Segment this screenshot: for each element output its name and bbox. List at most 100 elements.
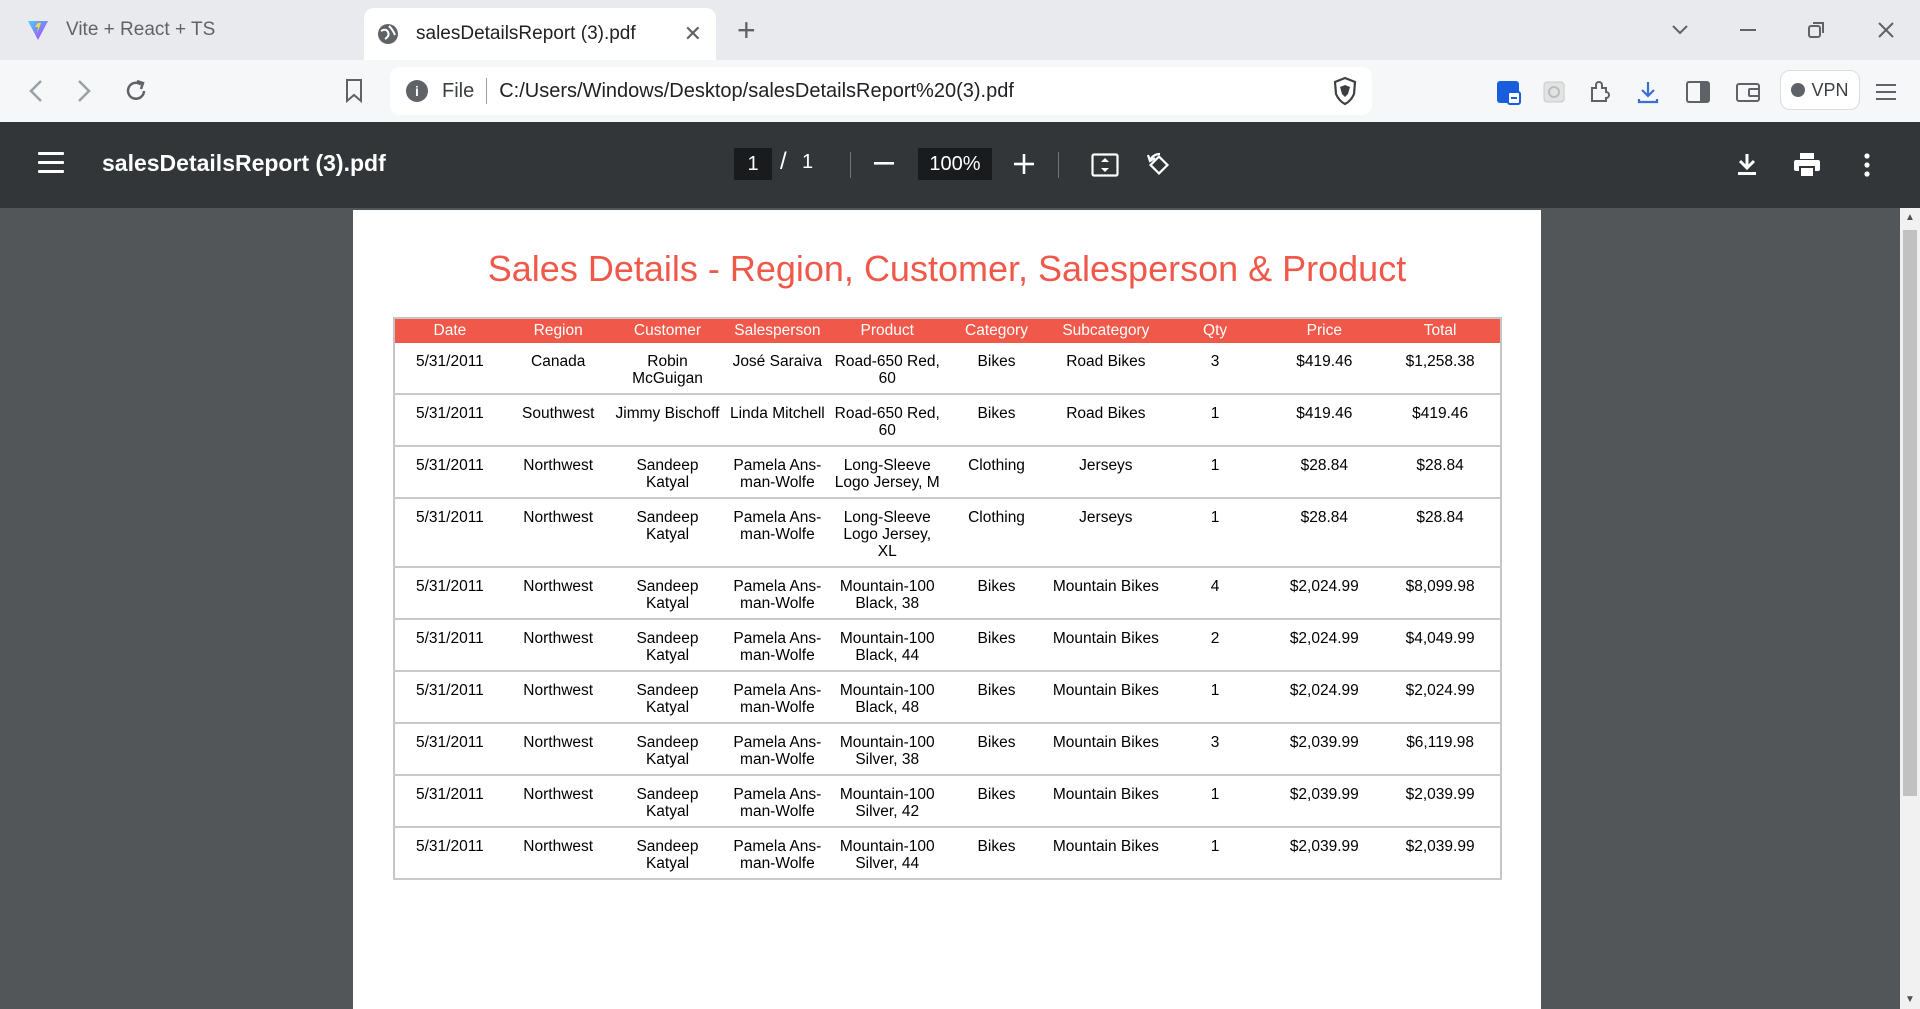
cell-date: 5/31/2011 bbox=[394, 775, 505, 828]
pdf-menu-icon[interactable] bbox=[38, 152, 64, 179]
cell-category: Bikes bbox=[943, 671, 1050, 724]
cell-price: $419.46 bbox=[1268, 343, 1381, 395]
cell-region: Northwest bbox=[504, 498, 612, 568]
scrollbar-thumb[interactable] bbox=[1903, 230, 1917, 796]
cell-price: $2,039.99 bbox=[1268, 723, 1381, 776]
new-tab-button[interactable]: + bbox=[737, 12, 756, 48]
table-row: 5/31/2011 Northwest Sandeep Katyal Pamela A… bbox=[394, 827, 1501, 880]
cell-total: $419.46 bbox=[1380, 394, 1501, 447]
sidebar-toggle-icon[interactable] bbox=[1680, 74, 1716, 110]
cell-price: $28.84 bbox=[1268, 498, 1381, 568]
cell-salesperson: Pamela Ans-man-Wolfe bbox=[723, 775, 832, 828]
column-header-price: Price bbox=[1268, 318, 1381, 343]
cell-salesperson: Pamela Ans-man-Wolfe bbox=[723, 567, 832, 620]
cell-salesperson: Pamela Ans-man-Wolfe bbox=[723, 827, 832, 880]
cell-product: Mountain-100 Silver, 44 bbox=[831, 827, 944, 880]
cell-price: $2,039.99 bbox=[1268, 827, 1381, 880]
cell-subcategory: Mountain Bikes bbox=[1049, 671, 1162, 724]
close-window-button[interactable] bbox=[1858, 0, 1914, 60]
bookmark-icon[interactable] bbox=[334, 72, 374, 110]
cell-total: $4,049.99 bbox=[1380, 619, 1501, 672]
cell-product: Road-650 Red, 60 bbox=[831, 394, 944, 447]
address-url[interactable]: C:/Users/Windows/Desktop/salesDetailsRep… bbox=[499, 80, 1014, 103]
address-scheme: File bbox=[442, 79, 475, 102]
cell-customer: Robin McGuigan bbox=[611, 343, 724, 395]
cell-total: $2,039.99 bbox=[1380, 775, 1501, 828]
fit-to-page-icon[interactable] bbox=[1086, 146, 1124, 184]
current-page-input[interactable]: 1 bbox=[734, 148, 772, 180]
cell-date: 5/31/2011 bbox=[394, 394, 505, 447]
minimize-button[interactable] bbox=[1720, 0, 1776, 60]
address-divider bbox=[486, 78, 488, 104]
zoom-out-button[interactable] bbox=[866, 146, 902, 182]
cell-category: Clothing bbox=[943, 498, 1050, 568]
cell-qty: 2 bbox=[1161, 619, 1269, 672]
bitwarden-extension-icon[interactable] bbox=[1490, 74, 1526, 110]
wallet-icon[interactable] bbox=[1730, 74, 1766, 110]
browser-menu-icon[interactable] bbox=[1868, 74, 1904, 110]
pdf-viewport[interactable]: Sales Details - Region, Customer, Salesp… bbox=[0, 208, 1900, 1009]
cell-date: 5/31/2011 bbox=[394, 446, 505, 499]
cell-category: Bikes bbox=[943, 827, 1050, 880]
scroll-down-arrow-icon[interactable]: ▼ bbox=[1904, 994, 1916, 1005]
vpn-button[interactable]: VPN bbox=[1780, 70, 1860, 110]
tab-sales-details-pdf[interactable]: salesDetailsReport (3).pdf ✕ bbox=[364, 8, 716, 60]
cell-product: Mountain-100 Silver, 42 bbox=[831, 775, 944, 828]
table-row: 5/31/2011 Northwest Sandeep Katyal Pamela A… bbox=[394, 723, 1501, 776]
cell-customer: Sandeep Katyal bbox=[611, 723, 724, 776]
table-header-row: Date Region Customer Salesperson Product Cate… bbox=[394, 318, 1501, 343]
back-button[interactable] bbox=[16, 72, 56, 110]
cell-customer: Sandeep Katyal bbox=[611, 827, 724, 880]
table-row: 5/31/2011 Northwest Sandeep Katyal Pamela A… bbox=[394, 775, 1501, 828]
print-icon[interactable] bbox=[1788, 146, 1826, 184]
zoom-level-input[interactable]: 100% bbox=[918, 148, 992, 180]
vertical-scrollbar[interactable]: ▲ ▼ bbox=[1900, 208, 1920, 1009]
cell-product: Long-Sleeve Logo Jersey, M bbox=[831, 446, 944, 499]
cell-date: 5/31/2011 bbox=[394, 723, 505, 776]
cell-date: 5/31/2011 bbox=[394, 498, 505, 568]
cell-region: Northwest bbox=[504, 827, 612, 880]
column-header-qty: Qty bbox=[1161, 318, 1269, 343]
brave-shields-icon[interactable] bbox=[1330, 76, 1360, 106]
forward-button[interactable] bbox=[64, 72, 104, 110]
column-header-total: Total bbox=[1380, 318, 1501, 343]
reload-button[interactable] bbox=[116, 72, 156, 110]
cell-region: Northwest bbox=[504, 671, 612, 724]
vpn-label: VPN bbox=[1811, 79, 1849, 100]
table-row: 5/31/2011 Canada Robin McGuigan José Saraiv… bbox=[394, 343, 1501, 395]
table-row: 5/31/2011 Southwest Jimmy Bischoff Linda Mi… bbox=[394, 394, 1501, 447]
cell-product: Long-Sleeve Logo Jersey, XL bbox=[831, 498, 944, 568]
close-tab-icon[interactable]: ✕ bbox=[684, 21, 702, 47]
table-body: 5/31/2011 Canada Robin McGuigan José Saraiv… bbox=[394, 343, 1501, 880]
cell-salesperson: José Saraiva bbox=[723, 343, 832, 395]
vpn-status-icon bbox=[1791, 83, 1806, 97]
cell-salesperson: Pamela Ans-man-Wolfe bbox=[723, 671, 832, 724]
cell-product: Mountain-100 Silver, 38 bbox=[831, 723, 944, 776]
cell-qty: 4 bbox=[1161, 567, 1269, 620]
extensions-puzzle-icon[interactable] bbox=[1582, 74, 1618, 110]
cell-price: $2,024.99 bbox=[1268, 567, 1381, 620]
download-icon[interactable] bbox=[1728, 146, 1766, 184]
table-row: 5/31/2011 Northwest Sandeep Katyal Pamela A… bbox=[394, 446, 1501, 499]
cell-product: Road-650 Red, 60 bbox=[831, 343, 944, 395]
tab-search-chevron-icon[interactable] bbox=[1652, 0, 1708, 60]
tab-title: salesDetailsReport (3).pdf bbox=[416, 23, 636, 44]
cell-subcategory: Mountain Bikes bbox=[1049, 619, 1162, 672]
downloads-icon[interactable] bbox=[1630, 74, 1666, 110]
zoom-in-button[interactable] bbox=[1006, 146, 1042, 182]
more-options-icon[interactable] bbox=[1848, 146, 1886, 184]
cell-region: Northwest bbox=[504, 619, 612, 672]
cell-total: $6,119.98 bbox=[1380, 723, 1501, 776]
scroll-up-arrow-icon[interactable]: ▲ bbox=[1904, 212, 1916, 223]
address-bar[interactable]: i File C:/Users/Windows/Desktop/salesDet… bbox=[390, 67, 1372, 115]
rotate-icon[interactable] bbox=[1140, 146, 1178, 184]
site-info-icon[interactable]: i bbox=[406, 80, 428, 102]
pdf-toolbar: salesDetailsReport (3).pdf 1 / 1 100% bbox=[0, 122, 1920, 208]
pdf-page: Sales Details - Region, Customer, Salesp… bbox=[353, 210, 1541, 1009]
table-row: 5/31/2011 Northwest Sandeep Katyal Pamela A… bbox=[394, 498, 1501, 568]
tab-vite-react[interactable]: Vite + React + TS bbox=[14, 0, 354, 60]
cell-salesperson: Linda Mitchell bbox=[723, 394, 832, 447]
column-header-product: Product bbox=[831, 318, 944, 343]
restore-button[interactable] bbox=[1788, 0, 1844, 60]
extension-grid-icon[interactable] bbox=[1536, 74, 1572, 110]
